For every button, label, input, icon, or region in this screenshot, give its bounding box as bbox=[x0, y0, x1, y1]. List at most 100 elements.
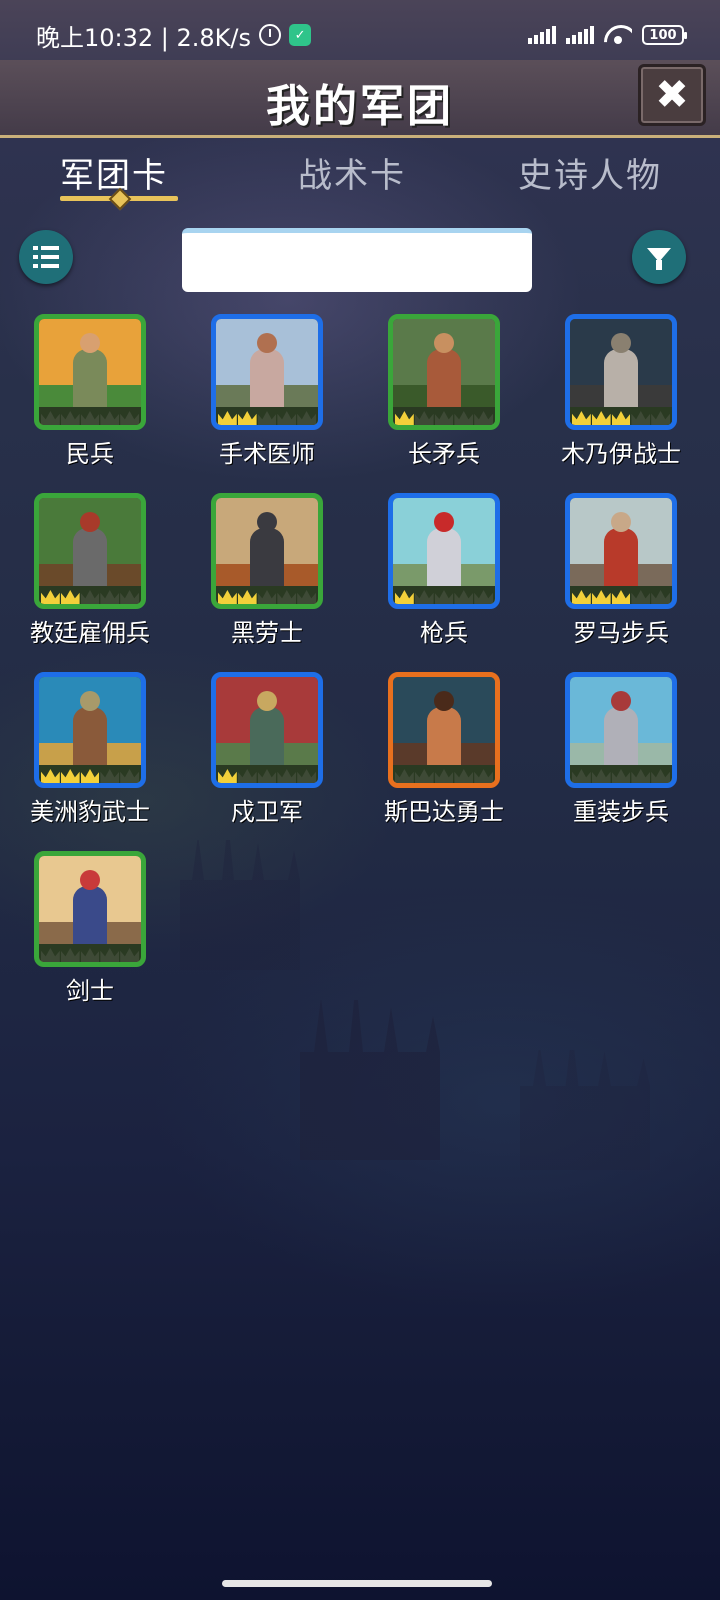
tab-legion-cards[interactable]: 军团卡 bbox=[60, 148, 168, 197]
unit-card[interactable]: 长矛兵 bbox=[354, 314, 534, 484]
battery-icon: 100 bbox=[642, 25, 687, 45]
unit-name: 戍卫军 bbox=[231, 798, 303, 826]
soldier-head bbox=[257, 691, 277, 711]
tab-bar: 军团卡 战术卡 史诗人物 bbox=[0, 148, 720, 208]
unit-portrait bbox=[565, 314, 677, 430]
crown-rank-bar bbox=[216, 765, 318, 783]
home-indicator[interactable] bbox=[222, 1580, 492, 1587]
soldier-head bbox=[80, 333, 100, 353]
crown-icon bbox=[395, 769, 414, 783]
status-time: 晚上10:32 | 2.8K/s bbox=[36, 23, 252, 52]
unit-name: 手术医师 bbox=[219, 440, 315, 468]
crown-icon bbox=[120, 948, 139, 962]
crown-icon bbox=[474, 590, 493, 604]
crown-icon bbox=[237, 769, 257, 783]
crown-icon bbox=[631, 769, 651, 783]
tab-tactic-cards[interactable]: 战术卡 bbox=[298, 148, 406, 197]
crown-icon bbox=[218, 590, 237, 604]
crown-icon bbox=[277, 411, 297, 425]
unit-portrait bbox=[565, 672, 677, 788]
crown-icon bbox=[41, 590, 60, 604]
soldier-head bbox=[434, 333, 454, 353]
crown-icon bbox=[257, 769, 277, 783]
soldier-figure bbox=[427, 528, 461, 590]
unit-portrait bbox=[211, 493, 323, 609]
crown-icon bbox=[611, 590, 631, 604]
crown-rank-bar bbox=[39, 765, 141, 783]
unit-name: 剑士 bbox=[66, 977, 114, 1005]
crown-icon bbox=[651, 411, 670, 425]
crown-icon bbox=[591, 411, 611, 425]
crown-icon bbox=[395, 590, 414, 604]
crown-icon bbox=[572, 590, 591, 604]
unit-card[interactable]: 罗马步兵 bbox=[531, 493, 711, 663]
shield-badge-icon: ✓ bbox=[289, 24, 312, 46]
crown-rank-bar bbox=[39, 407, 141, 425]
soldier-figure bbox=[427, 349, 461, 411]
unit-card[interactable]: 重装步兵 bbox=[531, 672, 711, 842]
crown-icon bbox=[297, 590, 316, 604]
crown-icon bbox=[120, 769, 139, 783]
unit-card[interactable]: 手术医师 bbox=[177, 314, 357, 484]
crown-icon bbox=[100, 590, 120, 604]
soldier-figure bbox=[73, 528, 107, 590]
crown-icon bbox=[100, 948, 120, 962]
crown-rank-bar bbox=[393, 765, 495, 783]
crown-icon bbox=[80, 948, 100, 962]
crown-icon bbox=[41, 769, 60, 783]
crown-icon bbox=[41, 948, 60, 962]
crown-icon bbox=[237, 411, 257, 425]
crown-icon bbox=[611, 769, 631, 783]
close-button[interactable]: ✖ bbox=[638, 64, 706, 126]
castle-silhouette bbox=[180, 820, 300, 970]
list-view-button[interactable] bbox=[19, 230, 73, 284]
crown-rank-bar bbox=[39, 944, 141, 962]
crown-icon bbox=[80, 769, 100, 783]
crown-icon bbox=[41, 411, 60, 425]
castle-silhouette bbox=[520, 1030, 650, 1170]
unit-card[interactable]: 枪兵 bbox=[354, 493, 534, 663]
list-icon bbox=[33, 246, 59, 268]
unit-portrait bbox=[388, 672, 500, 788]
signal-icon bbox=[566, 26, 594, 44]
crown-icon bbox=[120, 590, 139, 604]
soldier-figure bbox=[250, 349, 284, 411]
unit-portrait bbox=[388, 493, 500, 609]
unit-card[interactable]: 美洲豹武士 bbox=[0, 672, 180, 842]
unit-card[interactable]: 民兵 bbox=[0, 314, 180, 484]
unit-card[interactable]: 斯巴达勇士 bbox=[354, 672, 534, 842]
filter-icon bbox=[647, 248, 671, 270]
unit-portrait bbox=[211, 314, 323, 430]
crown-icon bbox=[60, 948, 80, 962]
unit-portrait bbox=[388, 314, 500, 430]
crown-icon bbox=[60, 411, 80, 425]
filter-button[interactable] bbox=[632, 230, 686, 284]
unit-name: 教廷雇佣兵 bbox=[30, 619, 150, 647]
crown-icon bbox=[100, 769, 120, 783]
unit-card[interactable]: 戍卫军 bbox=[177, 672, 357, 842]
tab-epic-characters[interactable]: 史诗人物 bbox=[518, 148, 662, 197]
search-input[interactable] bbox=[182, 228, 532, 292]
soldier-figure bbox=[604, 349, 638, 411]
soldier-head bbox=[611, 691, 631, 711]
crown-icon bbox=[631, 590, 651, 604]
unit-card[interactable]: 木乃伊战士 bbox=[531, 314, 711, 484]
crown-icon bbox=[434, 590, 454, 604]
battery-level: 100 bbox=[649, 27, 677, 43]
unit-portrait bbox=[565, 493, 677, 609]
unit-name: 黑劳士 bbox=[231, 619, 303, 647]
crown-icon bbox=[651, 590, 670, 604]
unit-name: 长矛兵 bbox=[408, 440, 480, 468]
unit-card[interactable]: 黑劳士 bbox=[177, 493, 357, 663]
unit-card[interactable]: 剑士 bbox=[0, 851, 180, 1021]
unit-portrait bbox=[34, 851, 146, 967]
soldier-figure bbox=[73, 707, 107, 769]
soldier-head bbox=[257, 512, 277, 532]
crown-icon bbox=[454, 590, 474, 604]
soldier-figure bbox=[427, 707, 461, 769]
unit-name: 重装步兵 bbox=[573, 798, 669, 826]
crown-icon bbox=[257, 411, 277, 425]
crown-icon bbox=[257, 590, 277, 604]
soldier-head bbox=[80, 691, 100, 711]
unit-card[interactable]: 教廷雇佣兵 bbox=[0, 493, 180, 663]
